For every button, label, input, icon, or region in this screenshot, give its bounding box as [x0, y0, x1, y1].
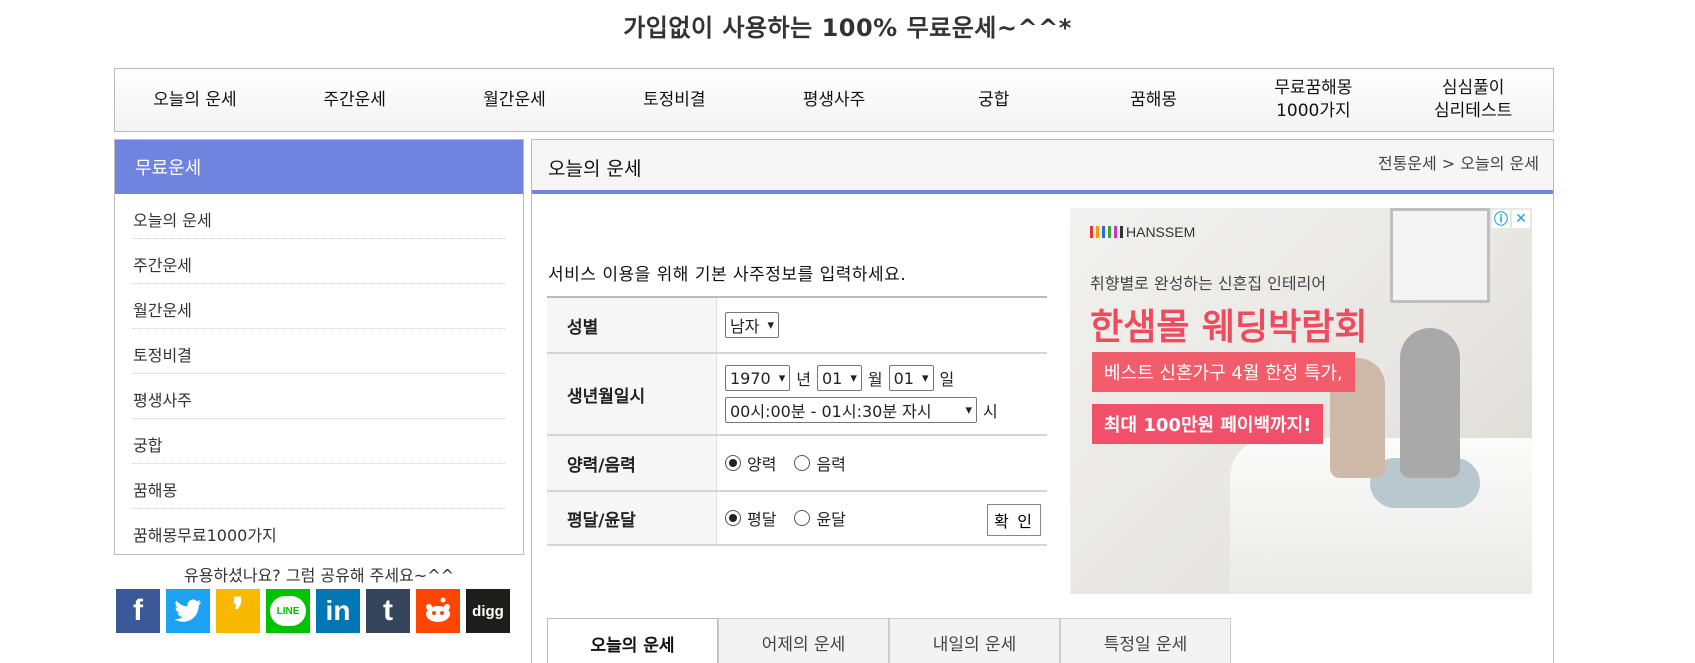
chevron-down-icon: ▾	[767, 317, 774, 333]
solar-radio[interactable]	[725, 455, 741, 471]
sidebar-item-lifetime[interactable]: 평생사주	[133, 374, 505, 419]
saju-form: 성별 남자 ▾ 생년월일시 1970 ▾ 년 01 ▾ 월 01 ▾ 일 00시:0	[547, 296, 1047, 546]
gender-select[interactable]: 남자 ▾	[725, 312, 779, 338]
ad-offer-1: 베스트 신혼가구 4월 한정 특가,	[1092, 352, 1355, 392]
birth-row: 생년월일시 1970 ▾ 년 01 ▾ 월 01 ▾ 일 00시:00분 - 01시:…	[547, 354, 1047, 436]
reddit-icon[interactable]	[416, 589, 460, 633]
day-select[interactable]: 01 ▾	[888, 365, 934, 391]
ad-wall-frame	[1390, 208, 1490, 303]
ad-brand: HANSSEM	[1090, 224, 1195, 240]
tab-specific-day[interactable]: 특정일 운세	[1060, 618, 1231, 663]
leap-row: 평달/윤달 평달 윤달 확 인	[547, 492, 1047, 546]
twitter-icon[interactable]	[166, 589, 210, 633]
content-header: 오늘의 운세 전통운세 > 오늘의 운세	[532, 140, 1553, 194]
sidebar-item-monthly[interactable]: 월간운세	[133, 284, 505, 329]
page-title: 오늘의 운세	[548, 158, 642, 180]
fortune-tabs: 오늘의 운세 어제의 운세 내일의 운세 특정일 운세	[547, 618, 1552, 663]
confirm-button[interactable]: 확 인	[987, 504, 1041, 536]
sidebar-item-compatibility[interactable]: 궁합	[133, 419, 505, 464]
calendar-row: 양력/음력 양력 음력	[547, 436, 1047, 492]
ad-headline: 한샘몰 웨딩박람회	[1090, 307, 1368, 348]
ad-controls: ⓘ ✕	[1492, 210, 1530, 228]
time-unit: 시	[983, 402, 998, 421]
nav-today-fortune[interactable]: 오늘의 운세	[115, 69, 275, 131]
facebook-icon[interactable]: f	[116, 589, 160, 633]
digg-icon[interactable]: digg	[466, 589, 510, 633]
solar-label: 양력	[747, 455, 777, 474]
lunar-radio[interactable]	[794, 455, 811, 471]
chevron-down-icon: ▾	[850, 370, 857, 386]
normal-month-label: 평달	[747, 510, 777, 529]
nav-compatibility[interactable]: 궁합	[914, 69, 1074, 131]
breadcrumb: 전통운세 > 오늘의 운세	[1377, 154, 1539, 173]
sidebar-item-weekly[interactable]: 주간운세	[133, 239, 505, 284]
leap-label: 평달/윤달	[547, 492, 717, 544]
sidebar-item-today[interactable]: 오늘의 운세	[133, 194, 505, 239]
month-select[interactable]: 01 ▾	[816, 365, 862, 391]
normal-month-radio[interactable]	[725, 510, 741, 526]
tumblr-icon[interactable]: t	[366, 589, 410, 633]
ad-subtitle: 취향별로 완성하는 신혼집 인테리어	[1090, 274, 1327, 293]
year-unit: 년	[796, 370, 811, 389]
gender-label: 성별	[547, 298, 717, 352]
day-unit: 일	[939, 370, 955, 389]
close-icon[interactable]: ✕	[1512, 210, 1530, 228]
leap-month-radio[interactable]	[794, 510, 811, 526]
tab-today[interactable]: 오늘의 운세	[547, 618, 718, 663]
ad-offer-2: 최대 100만원 페이백까지!	[1092, 404, 1324, 444]
info-icon[interactable]: ⓘ	[1492, 210, 1510, 228]
month-unit: 월	[867, 370, 883, 389]
share-prompt: 유용하셨나요? 그럼 공유해 주세요~^^	[183, 566, 455, 585]
nav-free-dream-1000[interactable]: 무료꿈해몽 1000가지	[1233, 69, 1393, 131]
year-select[interactable]: 1970 ▾	[725, 365, 791, 391]
sidebar-header: 무료운세	[115, 140, 523, 194]
lunar-label: 음력	[816, 455, 846, 474]
sidebar-item-dream-1000[interactable]: 꿈해몽무료1000가지	[133, 509, 505, 554]
ad-person	[1400, 328, 1460, 478]
tab-yesterday[interactable]: 어제의 운세	[718, 618, 889, 663]
nav-psych-test[interactable]: 심심풀이 심리테스트	[1393, 69, 1553, 131]
nav-monthly-fortune[interactable]: 월간운세	[435, 69, 595, 131]
calendar-label: 양력/음력	[547, 436, 717, 490]
leap-month-label: 윤달	[816, 510, 846, 529]
chevron-down-icon: ▾	[921, 370, 929, 386]
nav-lifetime-saju[interactable]: 평생사주	[754, 69, 914, 131]
chevron-down-icon: ▾	[778, 370, 786, 386]
gender-row: 성별 남자 ▾	[547, 298, 1047, 354]
sidebar: 무료운세 오늘의 운세 주간운세 월간운세 토정비결 평생사주 궁합 꿈해몽 꿈…	[114, 139, 524, 555]
kakaostory-icon[interactable]: ❜	[216, 589, 260, 633]
nav-weekly-fortune[interactable]: 주간운세	[275, 69, 435, 131]
intro-text: 서비스 이용을 위해 기본 사주정보를 입력하세요.	[548, 265, 907, 285]
site-title: 가입없이 사용하는 100% 무료운세~^^*	[623, 14, 1072, 42]
top-navigation: 오늘의 운세 주간운세 월간운세 토정비결 평생사주 궁합 꿈해몽 무료꿈해몽 …	[114, 68, 1554, 132]
time-select[interactable]: 00시:00분 - 01시:30분 자시 ▾	[725, 397, 977, 423]
linkedin-icon[interactable]: in	[316, 589, 360, 633]
sidebar-item-dream[interactable]: 꿈해몽	[133, 464, 505, 509]
share-buttons: f ❜ LINE in t digg	[116, 589, 510, 633]
birth-label: 생년월일시	[547, 354, 717, 434]
nav-dream[interactable]: 꿈해몽	[1074, 69, 1234, 131]
sidebar-item-tojeong[interactable]: 토정비결	[133, 329, 505, 374]
ad-banner[interactable]: HANSSEM 취향별로 완성하는 신혼집 인테리어 한샘몰 웨딩박람회 베스트…	[1070, 208, 1532, 594]
line-icon[interactable]: LINE	[266, 589, 310, 633]
main-content: 오늘의 운세 전통운세 > 오늘의 운세 서비스 이용을 위해 기본 사주정보를…	[531, 139, 1554, 663]
chevron-down-icon: ▾	[965, 402, 972, 418]
nav-tojeong[interactable]: 토정비결	[594, 69, 754, 131]
tab-tomorrow[interactable]: 내일의 운세	[889, 618, 1060, 663]
